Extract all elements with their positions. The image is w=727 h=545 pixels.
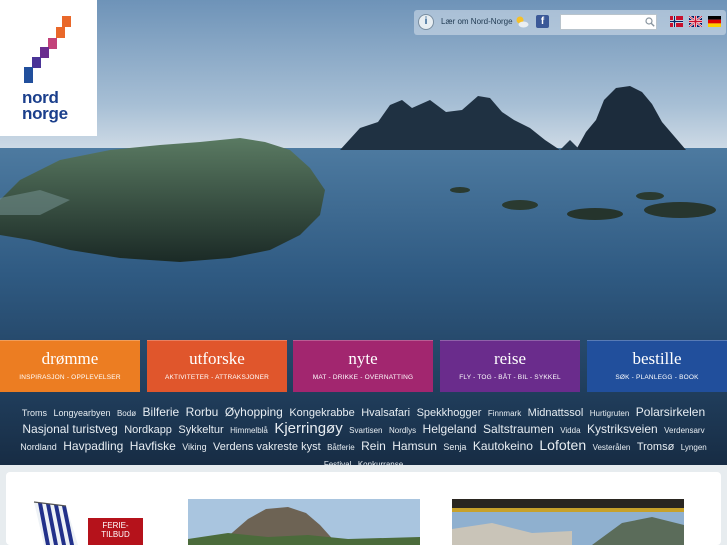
promo-label-line1: FERIE-: [102, 521, 129, 530]
logo-text-line2: norge: [22, 104, 68, 123]
uk-flag-icon[interactable]: [689, 16, 702, 27]
promo-card[interactable]: FERIE- TILBUD: [20, 498, 150, 545]
promo-label-line2: TILBUD: [101, 530, 130, 539]
nav-title: bestille: [632, 349, 682, 368]
nav-dromme[interactable]: drømme INSPIRASJON - OPPLEVELSER: [0, 340, 140, 392]
nav-reise[interactable]: reise FLY - TOG - BÅT - BIL - SYKKEL: [440, 340, 580, 392]
tag-link[interactable]: Midnattssol: [528, 407, 584, 419]
about-link[interactable]: Lær om Nord-Norge: [441, 17, 513, 26]
tag-link[interactable]: Kjerringøy: [274, 420, 342, 437]
mountain-photo: [188, 499, 420, 545]
tag-link[interactable]: Helgeland: [423, 422, 477, 436]
nav-subtitle: SØK - PLANLEGG - BOOK: [615, 374, 699, 381]
tag-link[interactable]: Nasjonal turistveg: [22, 422, 117, 436]
landscape-photo: [0, 0, 727, 465]
tag-link[interactable]: Bilferie: [143, 405, 180, 419]
hero-image: nord norge i Lær om Nord-Norge f drømme …: [0, 0, 727, 465]
tag-link[interactable]: Verdensarv: [664, 426, 704, 435]
tag-link[interactable]: Longyearbyen: [53, 408, 110, 418]
nav-nyte[interactable]: nyte MAT - DRIKKE - OVERNATTING: [293, 340, 433, 392]
tag-link[interactable]: Tromsø: [637, 441, 674, 453]
tag-link[interactable]: Nordland: [20, 442, 57, 452]
featured-photo-1[interactable]: [188, 499, 420, 545]
tag-link[interactable]: Lofoten: [539, 437, 586, 453]
tag-link[interactable]: Svartisen: [349, 426, 382, 435]
featured-section: FERIE- TILBUD: [0, 465, 727, 545]
tag-link[interactable]: Kystriksveien: [587, 422, 658, 436]
nav-subtitle: AKTIVITETER - ATTRAKSJONER: [164, 374, 270, 381]
tag-link[interactable]: Nordlys: [389, 426, 416, 435]
tag-link[interactable]: Vidda: [560, 426, 580, 435]
nav-title: utforske: [189, 349, 245, 368]
tag-link[interactable]: Viking: [182, 442, 206, 452]
nav-subtitle: MAT - DRIKKE - OVERNATTING: [312, 374, 414, 381]
tag-link[interactable]: Spekkhogger: [417, 407, 482, 419]
tag-link[interactable]: Kongekrabbe: [289, 407, 354, 419]
nav-title: drømme: [41, 349, 99, 368]
featured-photo-2[interactable]: [452, 499, 684, 545]
germany-flag-icon[interactable]: [708, 16, 721, 27]
tag-link[interactable]: Rein: [361, 439, 386, 453]
tag-link[interactable]: Øyhopping: [225, 405, 283, 419]
tag-link[interactable]: Båtferie: [327, 443, 355, 452]
tag-link[interactable]: Hvalsafari: [361, 407, 410, 419]
logo-mark-icon: [24, 16, 71, 83]
nav-title: reise: [493, 349, 527, 368]
search-input[interactable]: [560, 14, 657, 30]
nav-utforske[interactable]: utforske AKTIVITETER - ATTRAKSJONER: [147, 340, 287, 392]
logo[interactable]: nord norge: [0, 0, 97, 136]
nav-bestille[interactable]: bestille SØK - PLANLEGG - BOOK: [587, 340, 727, 392]
tag-link[interactable]: Rorbu: [186, 405, 219, 419]
promo-label: FERIE- TILBUD: [88, 518, 143, 545]
tag-link[interactable]: Himmelblå: [230, 426, 268, 435]
tag-link[interactable]: Troms: [22, 408, 47, 418]
top-toolbar: i Lær om Nord-Norge f: [414, 10, 726, 35]
tag-cloud: Troms Longyearbyen Bodø Bilferie Rorbu Ø…: [12, 404, 715, 465]
tag-link[interactable]: Kautokeino: [473, 439, 533, 453]
info-icon[interactable]: i: [418, 14, 434, 30]
norway-flag-icon[interactable]: [670, 16, 683, 27]
tag-link[interactable]: Verdens vakreste kyst: [213, 441, 321, 453]
tag-link[interactable]: Havpadling: [63, 439, 123, 453]
tag-link[interactable]: Sykkeltur: [178, 424, 223, 436]
tag-link[interactable]: Hurtigruten: [590, 409, 630, 418]
tag-link[interactable]: Bodø: [117, 409, 136, 418]
nav-title: nyte: [348, 349, 378, 368]
train-station-photo: [452, 499, 684, 545]
tag-link[interactable]: Polarsirkelen: [636, 405, 705, 419]
main-nav: drømme INSPIRASJON - OPPLEVELSER utforsk…: [0, 340, 727, 392]
tag-link[interactable]: Lyngen: [681, 443, 707, 452]
tag-link[interactable]: Vesterålen: [593, 443, 631, 452]
logo-text: nord norge: [22, 89, 68, 123]
tag-link[interactable]: Havfiske: [130, 439, 176, 453]
tag-link[interactable]: Nordkapp: [124, 424, 172, 436]
tag-link[interactable]: Saltstraumen: [483, 422, 554, 436]
tag-link[interactable]: Finnmark: [488, 409, 521, 418]
search-icon[interactable]: [645, 17, 655, 27]
tag-link[interactable]: Senja: [443, 442, 466, 452]
tag-link[interactable]: Hamsun: [392, 439, 437, 453]
nav-subtitle: FLY - TOG - BÅT - BIL - SYKKEL: [459, 374, 561, 381]
weather-icon[interactable]: [515, 15, 529, 29]
facebook-icon[interactable]: f: [536, 15, 549, 28]
nav-subtitle: INSPIRASJON - OPPLEVELSER: [19, 374, 121, 381]
